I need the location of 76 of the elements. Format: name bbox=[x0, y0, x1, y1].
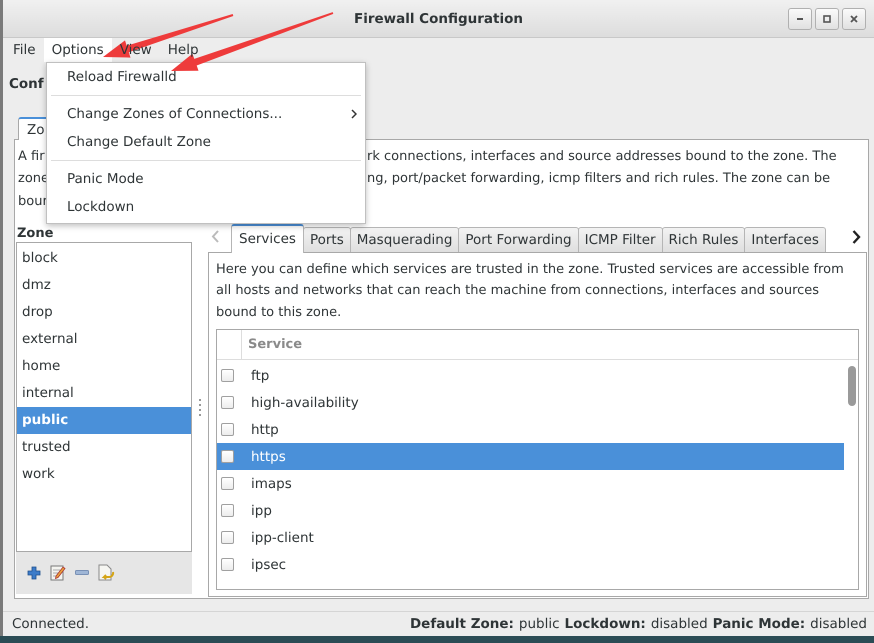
checkbox[interactable] bbox=[221, 369, 234, 382]
menu-item[interactable]: File bbox=[5, 38, 44, 62]
service-name: ftp bbox=[251, 368, 270, 384]
description-text: Here you can define which services are trusted in the zone. Trusted services are accessible from all hosts and networks that can reach the machine from connections, interfaces and sources bound to this zone. bbox=[216, 260, 845, 322]
service-name: imaps bbox=[251, 476, 292, 492]
service-row[interactable]: ipp-client bbox=[217, 524, 844, 551]
tab[interactable]: Zo bbox=[18, 117, 46, 140]
checkbox[interactable] bbox=[221, 531, 234, 544]
menu-entry[interactable]: Change Zones of Connections... bbox=[47, 100, 365, 128]
scrollbar-thumb[interactable] bbox=[848, 366, 856, 406]
service-name: http bbox=[251, 422, 279, 438]
tab[interactable]: Services bbox=[231, 224, 304, 252]
zone-item[interactable]: block bbox=[17, 244, 191, 272]
tab[interactable]: ICMP Filter bbox=[578, 226, 663, 252]
zone-item[interactable]: drop bbox=[17, 298, 191, 326]
window-title: Firewall Configuration bbox=[354, 10, 523, 26]
minimize-icon bbox=[797, 18, 803, 20]
close-icon bbox=[850, 15, 858, 23]
zone-item[interactable]: home bbox=[17, 352, 191, 380]
description-text: bour bbox=[18, 194, 48, 209]
menu-entry[interactable]: Reload Firewalld bbox=[47, 63, 365, 91]
scroll-right-icon[interactable] bbox=[852, 230, 860, 244]
menu-entry[interactable]: Panic Mode bbox=[47, 165, 365, 193]
checkbox[interactable] bbox=[221, 450, 234, 463]
menu-entry[interactable]: Change Default Zone bbox=[47, 128, 365, 156]
zone-label: Zone bbox=[16, 224, 54, 240]
service-row[interactable]: imaps bbox=[217, 470, 844, 497]
status-label: Lockdown: bbox=[564, 616, 646, 632]
service-row[interactable]: high-availability bbox=[217, 389, 844, 416]
checkbox[interactable] bbox=[221, 423, 234, 436]
add-icon[interactable] bbox=[27, 566, 41, 580]
status-value: disabled bbox=[810, 616, 867, 632]
zone-item[interactable]: dmz bbox=[17, 272, 191, 298]
status-label: Default Zone: bbox=[410, 616, 514, 632]
service-name: https bbox=[251, 448, 286, 464]
menu-item[interactable]: Options bbox=[44, 38, 112, 62]
maximize-button[interactable] bbox=[815, 8, 839, 30]
service-name: ipp-client bbox=[251, 530, 314, 546]
service-name: ipp bbox=[251, 502, 272, 518]
zone-item[interactable]: trusted bbox=[17, 434, 191, 460]
tab[interactable]: Port Forwarding bbox=[458, 226, 579, 252]
tab[interactable]: Interfaces bbox=[744, 226, 826, 252]
zone-item[interactable]: work bbox=[17, 460, 191, 488]
scroll-left-icon[interactable] bbox=[211, 230, 219, 243]
service-row[interactable]: ipsec bbox=[217, 551, 844, 578]
tab[interactable]: Masquerading bbox=[350, 226, 460, 252]
load-defaults-icon[interactable] bbox=[98, 564, 115, 581]
service-row[interactable]: ftp bbox=[217, 362, 844, 389]
service-row[interactable]: http bbox=[217, 416, 844, 443]
service-row[interactable]: ipp bbox=[217, 497, 844, 524]
status-value: public bbox=[518, 616, 560, 632]
maximize-icon bbox=[823, 15, 831, 23]
close-button[interactable] bbox=[842, 8, 866, 30]
chevron-right-icon bbox=[351, 109, 357, 119]
checkbox[interactable] bbox=[221, 396, 234, 409]
menu-entry[interactable]: Lockdown bbox=[47, 193, 365, 221]
zone-item[interactable]: external bbox=[17, 326, 191, 352]
remove-icon[interactable] bbox=[75, 570, 89, 576]
description-text: A fir bbox=[18, 148, 45, 164]
status-value: disabled bbox=[650, 616, 708, 632]
service-name: high-availability bbox=[251, 394, 359, 410]
menu-item[interactable]: Help bbox=[160, 38, 207, 62]
description-text: ng, port/packet forwarding, icmp filters and rich rules. The zone can be bbox=[367, 171, 830, 186]
checkbox[interactable] bbox=[221, 558, 234, 571]
tab[interactable]: Ports bbox=[302, 226, 351, 252]
status-message: Connected. bbox=[12, 616, 89, 632]
section-heading: Conf bbox=[9, 75, 44, 94]
checkbox[interactable] bbox=[221, 477, 234, 490]
zone-item[interactable]: internal bbox=[17, 380, 191, 406]
edit-icon[interactable] bbox=[50, 564, 66, 581]
checkbox[interactable] bbox=[221, 504, 234, 517]
description-text: rk connections, interfaces and source addresses bound to the zone. The bbox=[367, 148, 837, 164]
service-name: ipsec bbox=[251, 556, 286, 572]
minimize-button[interactable] bbox=[788, 8, 812, 30]
status-label: Panic Mode: bbox=[712, 616, 806, 632]
tab[interactable]: Rich Rules bbox=[662, 226, 746, 252]
